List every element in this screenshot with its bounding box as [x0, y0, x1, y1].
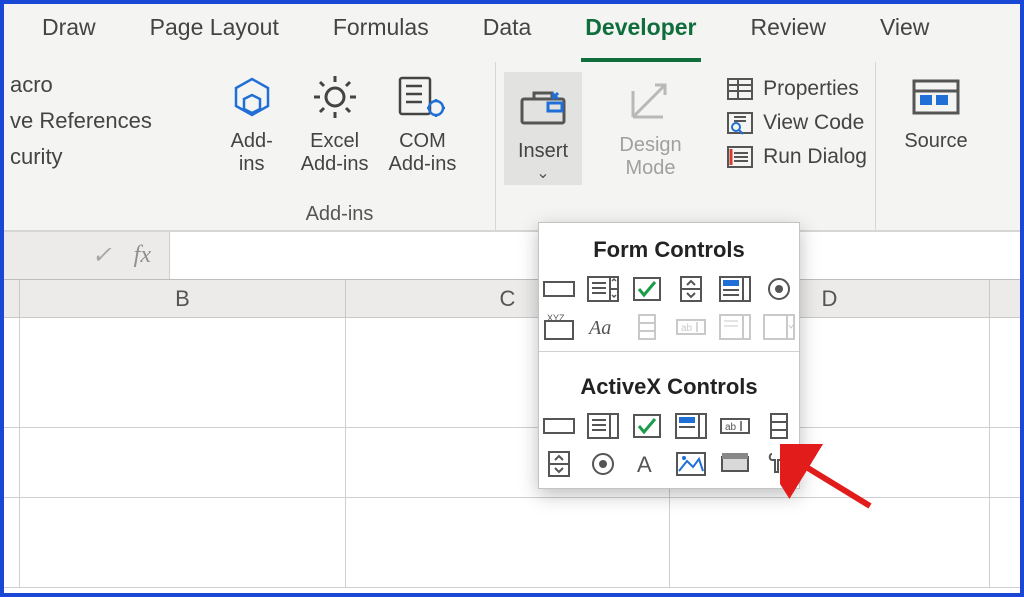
svg-text:ab: ab — [681, 323, 693, 334]
view-code-label: View Code — [763, 111, 864, 135]
ax-optionbutton-icon[interactable] — [584, 448, 622, 480]
source-button[interactable]: Source — [898, 68, 973, 153]
ribbon-tabs: Draw Page Layout Formulas Data Developer… — [4, 4, 1020, 62]
ax-textbox-icon[interactable]: ab — [716, 410, 754, 442]
fx-icon[interactable]: fx — [134, 242, 151, 269]
chevron-down-icon: ⌄ — [536, 165, 549, 183]
properties-label: Properties — [763, 77, 859, 101]
tab-formulas[interactable]: Formulas — [329, 12, 433, 62]
source-icon — [907, 68, 965, 126]
macro-security-item[interactable]: curity — [10, 144, 176, 170]
ax-commandbutton-icon[interactable] — [540, 410, 578, 442]
ribbon-body: acro ve References curity Add- ins Excel… — [4, 62, 1020, 232]
excel-addins-label: Excel Add-ins — [301, 130, 369, 176]
confirm-icon[interactable]: ✓ — [92, 241, 112, 270]
svg-text:A: A — [637, 452, 652, 477]
formula-bar: ✓ fx — [4, 232, 1020, 280]
activex-controls-header: ActiveX Controls — [539, 360, 799, 410]
design-mode-icon — [622, 72, 680, 130]
ax-more-controls-icon[interactable] — [760, 448, 798, 480]
addins-icon — [223, 68, 281, 126]
form-combobox-icon[interactable] — [584, 273, 622, 305]
run-dialog-button[interactable]: Run Dialog — [725, 144, 867, 170]
ax-scrollbar-icon[interactable] — [760, 410, 798, 442]
form-textfield-icon: ab — [672, 311, 710, 343]
insert-button[interactable]: Insert ⌄ — [504, 72, 582, 185]
view-code-icon — [725, 110, 755, 136]
svg-text:XYZ: XYZ — [547, 313, 565, 323]
com-addins-label: COM Add-ins — [389, 130, 457, 176]
addins-group-label: Add-ins — [306, 203, 374, 226]
tab-developer[interactable]: Developer — [581, 12, 700, 62]
svg-text:Aa: Aa — [587, 317, 611, 339]
excel-addins-button[interactable]: Excel Add-ins — [295, 68, 375, 176]
form-optionbutton-icon[interactable] — [760, 273, 798, 305]
cell-grid[interactable] — [4, 318, 1020, 588]
run-dialog-label: Run Dialog — [763, 145, 867, 169]
com-addins-icon — [393, 68, 451, 126]
ax-checkbox-icon[interactable] — [628, 410, 666, 442]
tab-review[interactable]: Review — [747, 12, 830, 62]
ax-label-icon[interactable]: A — [628, 448, 666, 480]
com-addins-button[interactable]: COM Add-ins — [383, 68, 463, 176]
svg-text:ab: ab — [725, 422, 737, 433]
insert-controls-dropdown: Form Controls XYZ Aa ab ActiveX Controls… — [538, 222, 800, 489]
form-scrollbar-icon — [628, 311, 666, 343]
col-header-row[interactable] — [4, 280, 20, 317]
activex-controls-grid: ab A — [539, 410, 799, 480]
tab-draw[interactable]: Draw — [38, 12, 100, 62]
design-mode-label: Design Mode — [619, 134, 681, 180]
addins-group: Add- ins Excel Add-ins COM Add-ins Add-i… — [184, 62, 496, 230]
column-headers: B C D — [4, 280, 1020, 318]
ax-spinbutton-icon[interactable] — [540, 448, 578, 480]
addins-label: Add- ins — [231, 130, 273, 176]
design-mode-button[interactable]: Design Mode — [613, 72, 687, 180]
form-listbox-icon[interactable] — [716, 273, 754, 305]
form-combolist-icon — [716, 311, 754, 343]
properties-button[interactable]: Properties — [725, 76, 867, 102]
gear-icon — [306, 68, 364, 126]
ax-image-icon[interactable] — [672, 448, 710, 480]
form-combodropdown-icon — [760, 311, 798, 343]
ax-togglebutton-icon[interactable] — [716, 448, 754, 480]
form-groupbox-icon[interactable]: XYZ — [540, 311, 578, 343]
tab-data[interactable]: Data — [479, 12, 536, 62]
run-dialog-icon — [725, 144, 755, 170]
addins-button[interactable]: Add- ins — [217, 68, 287, 176]
tab-page-layout[interactable]: Page Layout — [146, 12, 283, 62]
form-controls-grid: XYZ Aa ab — [539, 273, 799, 343]
xml-group: Source — [876, 62, 996, 230]
relative-references-item[interactable]: ve References — [10, 108, 176, 134]
form-checkbox-icon[interactable] — [628, 273, 666, 305]
ax-combobox-icon[interactable] — [584, 410, 622, 442]
form-label-icon[interactable]: Aa — [584, 311, 622, 343]
insert-label: Insert — [518, 140, 568, 163]
tab-view[interactable]: View — [876, 12, 933, 62]
record-macro-item[interactable]: acro — [10, 72, 176, 98]
source-label: Source — [904, 130, 967, 153]
col-header-B[interactable]: B — [20, 280, 346, 317]
properties-icon — [725, 76, 755, 102]
view-code-button[interactable]: View Code — [725, 110, 867, 136]
toolbox-icon — [514, 78, 572, 136]
code-group-partial: acro ve References curity — [4, 62, 184, 230]
form-spinbutton-icon[interactable] — [672, 273, 710, 305]
controls-group: Insert ⌄ Design Mode Properties View Cod… — [496, 62, 876, 230]
ax-listbox-icon[interactable] — [672, 410, 710, 442]
form-controls-header: Form Controls — [539, 223, 799, 273]
form-button-icon[interactable] — [540, 273, 578, 305]
